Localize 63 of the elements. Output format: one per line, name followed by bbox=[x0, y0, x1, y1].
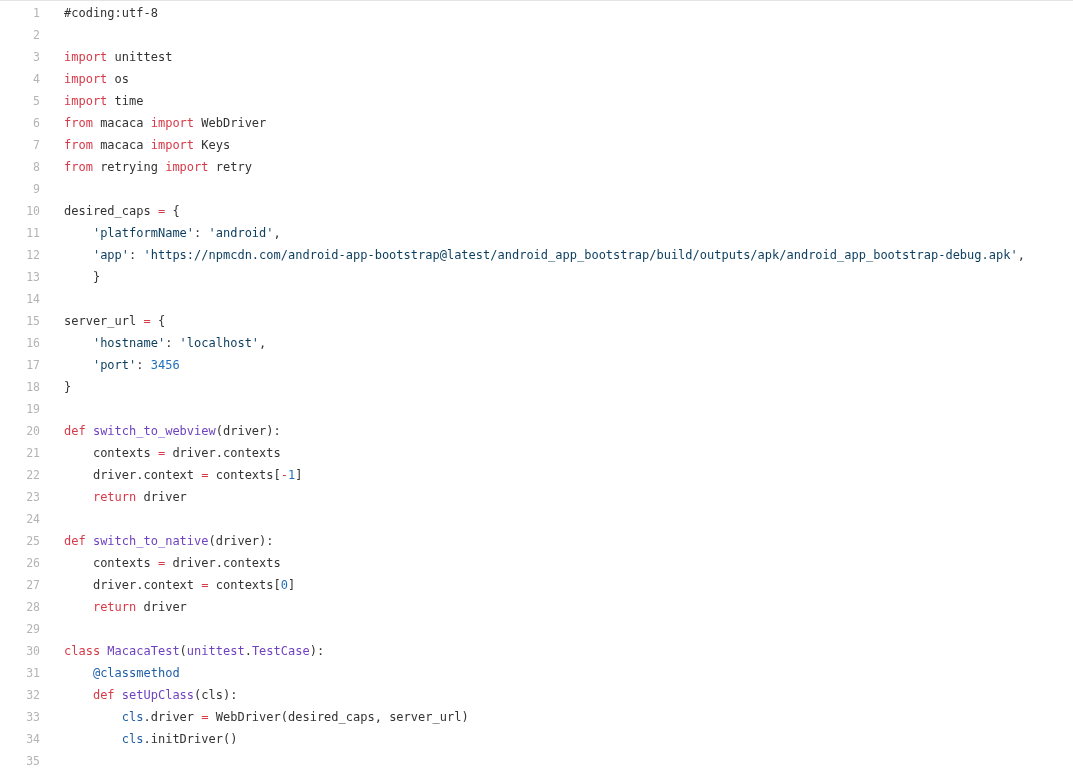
code-line: } bbox=[64, 379, 72, 396]
line-number: 35 bbox=[26, 753, 40, 768]
code-line: from macaca import Keys bbox=[64, 137, 231, 154]
line-number: 5 bbox=[33, 93, 40, 110]
code-line: def switch_to_native(driver): bbox=[64, 533, 274, 550]
code-line: #coding:utf-8 bbox=[64, 5, 158, 22]
line-number: 24 bbox=[26, 511, 40, 528]
code-line: 'hostname': 'localhost', bbox=[92, 335, 267, 352]
line-number: 30 bbox=[26, 643, 40, 660]
line-number: 29 bbox=[26, 621, 40, 638]
line-number: 22 bbox=[26, 467, 40, 484]
line-number: 26 bbox=[26, 555, 40, 572]
line-number: 2 bbox=[33, 27, 40, 44]
line-number: 17 bbox=[26, 357, 40, 374]
code-line: from retrying import retry bbox=[64, 159, 252, 176]
code-line: } bbox=[92, 269, 101, 286]
code-line: 'app': 'https://npmcdn.com/android-app-bootstrap@latest/android_app_bootstrap/build/outputs/apk/android_app_bootstrap-debug.apk', bbox=[92, 247, 1025, 264]
code-line: contexts = driver.contexts bbox=[92, 555, 281, 572]
code-line: def switch_to_webview(driver): bbox=[64, 423, 281, 440]
line-number: 4 bbox=[33, 71, 40, 88]
line-number: 19 bbox=[26, 401, 40, 418]
code-line: driver.context = contexts[0] bbox=[92, 577, 296, 594]
code-line: contexts = driver.contexts bbox=[92, 445, 281, 462]
line-number: 6 bbox=[33, 115, 40, 132]
line-number: 14 bbox=[26, 291, 40, 308]
line-number: 33 bbox=[26, 709, 40, 726]
code-line: @classmethod bbox=[92, 665, 180, 682]
line-number: 31 bbox=[26, 665, 40, 682]
line-number: 10 bbox=[26, 203, 40, 220]
line-number: 8 bbox=[33, 159, 40, 176]
code-line: import os bbox=[64, 71, 130, 88]
code-line: desired_caps = { bbox=[64, 203, 180, 220]
code-line: cls.initDriver() bbox=[121, 731, 238, 748]
line-number: 28 bbox=[26, 599, 40, 616]
code-line: cls.driver = WebDriver(desired_caps, server_url) bbox=[121, 709, 469, 726]
code-line: import unittest bbox=[64, 49, 173, 66]
line-number: 1 bbox=[33, 5, 40, 22]
line-number: 9 bbox=[33, 181, 40, 198]
line-number: 20 bbox=[26, 423, 40, 440]
line-number: 12 bbox=[26, 247, 40, 264]
line-number: 21 bbox=[26, 445, 40, 462]
code-line: return driver bbox=[92, 489, 187, 506]
code-line: server_url = { bbox=[64, 313, 166, 330]
line-number: 15 bbox=[26, 313, 40, 330]
line-number: 16 bbox=[26, 335, 40, 352]
code-line: def setUpClass(cls): bbox=[92, 687, 238, 704]
line-number: 34 bbox=[26, 731, 40, 748]
line-number: 18 bbox=[26, 379, 40, 396]
code-line: import time bbox=[64, 93, 144, 110]
code-line: return driver bbox=[92, 599, 187, 616]
code-line: driver.context = contexts[-1] bbox=[92, 467, 303, 484]
code-line: class MacacaTest(unittest.TestCase): bbox=[64, 643, 325, 660]
line-number: 23 bbox=[26, 489, 40, 506]
line-number: 11 bbox=[26, 225, 40, 242]
line-number: 25 bbox=[26, 533, 40, 550]
code-line: from macaca import WebDriver bbox=[64, 115, 267, 132]
line-number: 27 bbox=[26, 577, 40, 594]
line-number: 3 bbox=[33, 49, 40, 66]
line-number: 13 bbox=[26, 269, 40, 286]
line-number: 7 bbox=[33, 137, 40, 154]
code-line: 'port': 3456 bbox=[92, 357, 180, 374]
line-number: 32 bbox=[26, 687, 40, 704]
code-line: 'platformName': 'android', bbox=[92, 225, 281, 242]
